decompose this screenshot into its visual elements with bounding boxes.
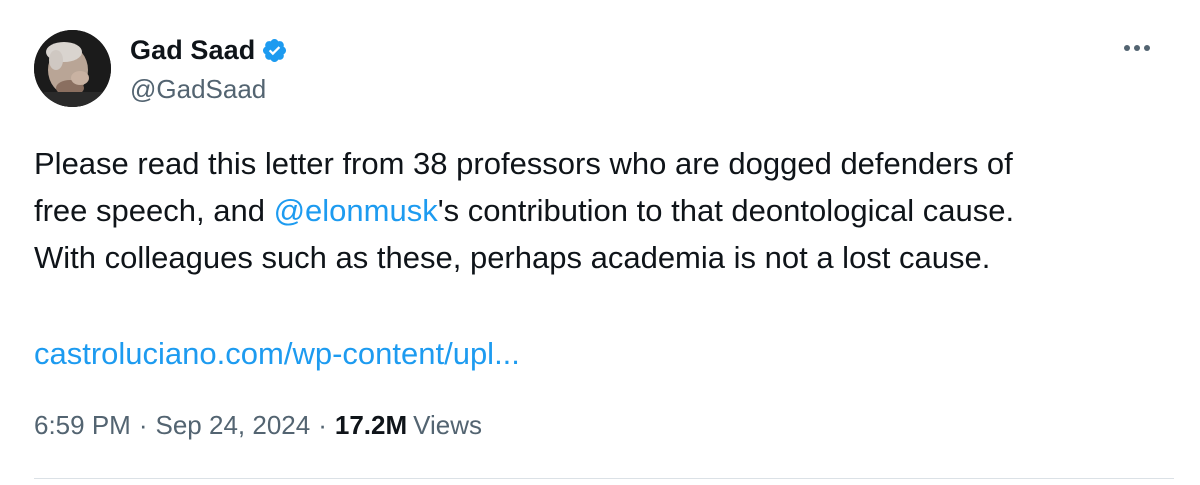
meta-separator: · xyxy=(138,410,148,440)
avatar-portrait-icon xyxy=(34,30,111,107)
tweet-link-row: castroluciano.com/wp-content/upl... xyxy=(34,330,520,377)
tweet-text-line-3: With colleagues such as these, perhaps a… xyxy=(34,240,991,275)
more-dot xyxy=(1124,45,1130,51)
author-handle[interactable]: @GadSaad xyxy=(130,74,266,105)
tweet-meta: 6:59 PM · Sep 24, 2024 · 17.2M Views xyxy=(34,410,482,441)
avatar[interactable] xyxy=(34,30,111,107)
tweet-text-line-2: free speech, and @elonmusk's contributio… xyxy=(34,187,1174,234)
views-label[interactable]: Views xyxy=(413,410,482,441)
tweet-text: Please read this letter from 38 professo… xyxy=(34,140,1174,281)
meta-separator: · xyxy=(318,410,327,440)
more-dot xyxy=(1134,45,1140,51)
tweet-time[interactable]: 6:59 PM xyxy=(34,410,131,441)
views-count[interactable]: 17.2M xyxy=(335,410,407,441)
author-display-name[interactable]: Gad Saad xyxy=(130,35,255,66)
mention-link[interactable]: @elonmusk xyxy=(274,193,438,228)
tweet-text-segment: 's contribution to that deontological ca… xyxy=(437,193,1015,228)
more-dot xyxy=(1144,45,1150,51)
verified-badge-icon xyxy=(263,38,287,62)
tweet-text-segment: free speech, and xyxy=(34,193,274,228)
author-name-row: Gad Saad xyxy=(130,33,288,67)
more-options-icon[interactable] xyxy=(1124,38,1150,58)
tweet-card: Gad Saad @GadSaad Please read this lette… xyxy=(0,0,1200,485)
external-link[interactable]: castroluciano.com/wp-content/upl... xyxy=(34,336,520,371)
divider xyxy=(34,478,1174,479)
tweet-date[interactable]: Sep 24, 2024 xyxy=(156,410,311,441)
tweet-text-line-1: Please read this letter from 38 professo… xyxy=(34,146,1013,181)
